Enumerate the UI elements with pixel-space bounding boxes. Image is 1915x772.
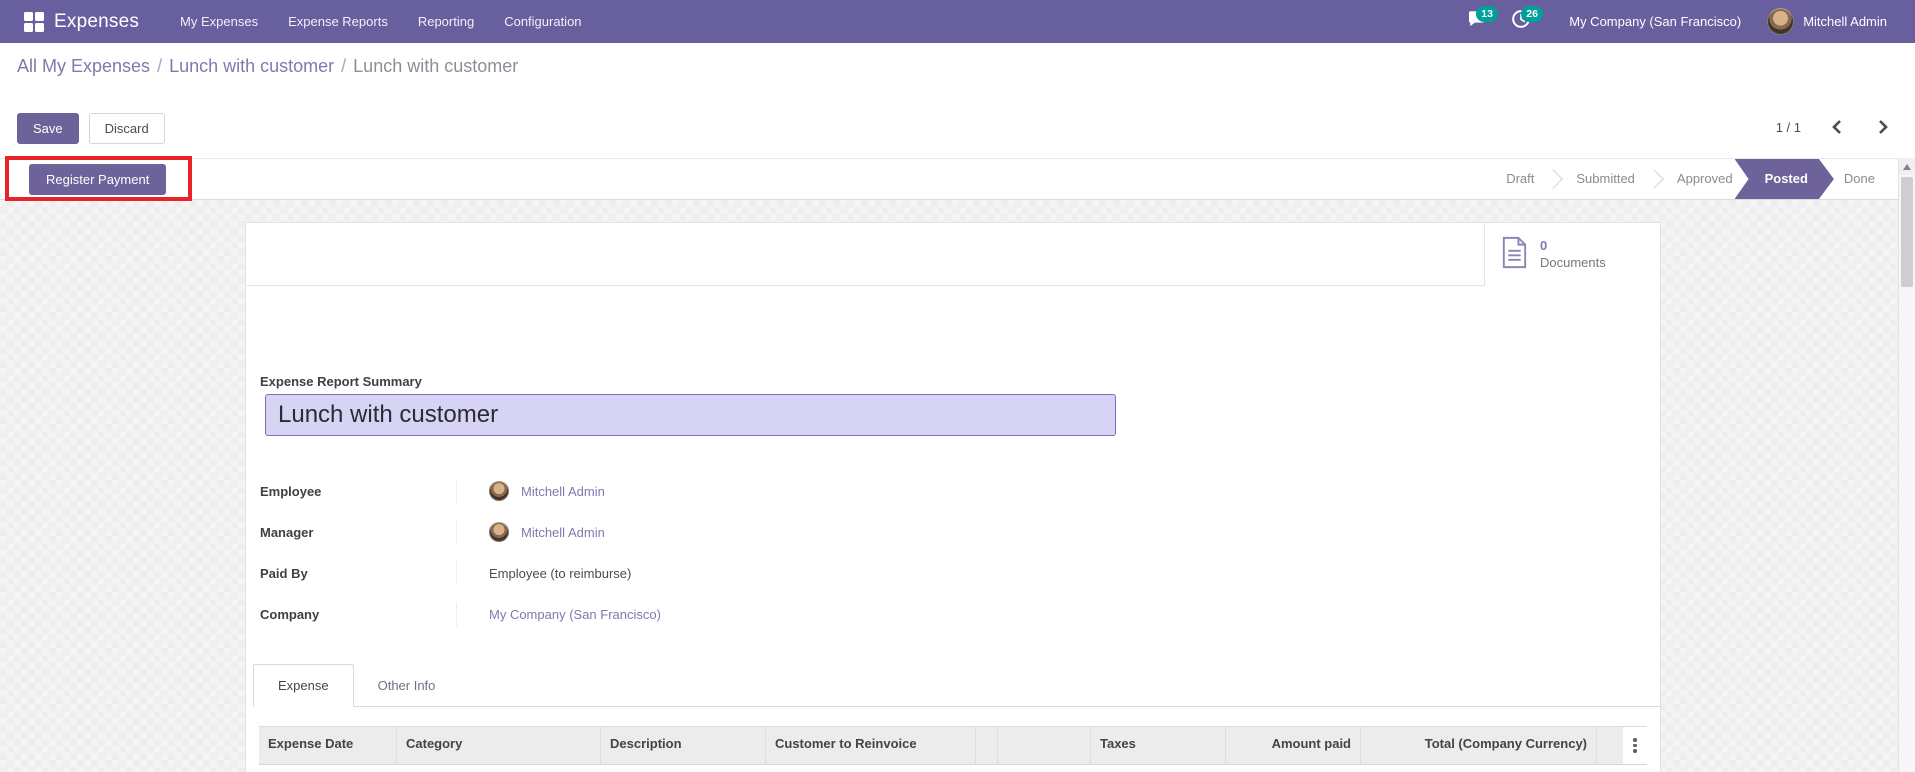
status-bar: Register Payment Draft Submitted Approve…: [0, 156, 1915, 201]
company-switcher[interactable]: My Company (San Francisco): [1543, 0, 1759, 43]
column-expense-date[interactable]: Expense Date: [259, 727, 397, 764]
user-menu[interactable]: Mitchell Admin: [1759, 0, 1903, 43]
documents-count: 0: [1540, 238, 1548, 254]
breadcrumb-all-my-expenses[interactable]: All My Expenses: [17, 56, 150, 76]
status-step-submitted[interactable]: Submitted: [1566, 159, 1645, 199]
nav-my-expenses[interactable]: My Expenses: [165, 0, 273, 43]
step-chevron-icon: [1645, 159, 1667, 199]
messages-count-badge: 13: [1476, 6, 1498, 22]
breadcrumb-separator: /: [157, 56, 163, 76]
column-description[interactable]: Description: [601, 727, 766, 764]
cell-taxes[interactable]: Tax 15.00%: [1091, 765, 1226, 772]
tab-other-info[interactable]: Other Info: [354, 665, 460, 706]
breadcrumb-current: Lunch with customer: [353, 56, 519, 76]
nav-expense-reports[interactable]: Expense Reports: [273, 0, 403, 43]
pager-previous-icon[interactable]: [1831, 119, 1842, 135]
document-icon: [1501, 236, 1528, 274]
nav-configuration[interactable]: Configuration: [489, 0, 596, 43]
messages-menu[interactable]: 13: [1454, 0, 1499, 43]
scrollbar-up-arrow[interactable]: [1899, 158, 1915, 175]
field-group: Employee Mitchell Admin Manager Mitchell…: [260, 479, 1020, 643]
status-step-done[interactable]: Done: [1834, 159, 1885, 199]
register-payment-button[interactable]: Register Payment: [29, 163, 167, 195]
column-customer-to-reinvoice[interactable]: Customer to Reinvoice: [766, 727, 976, 764]
activities-menu[interactable]: 26: [1499, 0, 1543, 43]
discard-button[interactable]: Discard: [88, 113, 165, 144]
expense-lines-table: Expense Date Category Description Custom…: [259, 726, 1647, 772]
summary-input[interactable]: [265, 394, 1116, 436]
field-row-manager: Manager Mitchell Admin: [260, 520, 1020, 544]
main-menu: My Expenses Expense Reports Reporting Co…: [165, 0, 596, 43]
systray: 13 26 My Company (San Francisco) Mitchel…: [1454, 0, 1903, 43]
user-avatar: [1767, 8, 1795, 35]
employee-value[interactable]: Mitchell Admin: [521, 484, 605, 499]
summary-field-label: Expense Report Summary: [260, 374, 422, 389]
activities-count-badge: 26: [1521, 6, 1543, 22]
manager-value[interactable]: Mitchell Admin: [521, 525, 605, 540]
table-header-row: Expense Date Category Description Custom…: [259, 726, 1647, 765]
pager: 1 / 1: [1776, 119, 1889, 135]
documents-button[interactable]: 0 Documents: [1484, 223, 1660, 286]
column-taxes[interactable]: Taxes: [1091, 727, 1226, 764]
scrollbar-thumb[interactable]: [1901, 177, 1913, 287]
breadcrumb-report-link[interactable]: Lunch with customer: [169, 56, 334, 76]
field-row-paid-by: Paid By Employee (to reimburse): [260, 561, 1020, 585]
manager-avatar: [489, 522, 509, 542]
content-area: 0 Documents Expense Report Summary Emplo…: [0, 200, 1915, 772]
expenses-app-screen: Expenses My Expenses Expense Reports Rep…: [0, 0, 1915, 772]
apps-menu-icon[interactable]: [24, 11, 44, 32]
expense-line-row[interactable]: 21/11/2021 [OTHER] Other expenses Lunch …: [259, 765, 1647, 772]
form-button-box: 0 Documents: [246, 223, 1660, 286]
cell-attachments: 0: [998, 767, 1091, 772]
optional-columns-toggle[interactable]: [1623, 727, 1647, 764]
control-panel-buttons: Save Discard: [17, 113, 165, 144]
paid-by-label: Paid By: [260, 565, 308, 581]
top-navbar: Expenses My Expenses Expense Reports Rep…: [0, 0, 1915, 43]
column-attachments: [998, 727, 1091, 764]
form-sheet: 0 Documents Expense Report Summary Emplo…: [245, 222, 1661, 772]
company-value[interactable]: My Company (San Francisco): [489, 607, 661, 622]
save-button[interactable]: Save: [17, 113, 79, 144]
cell-total-company-currency[interactable]: $ 0,00: [1361, 767, 1597, 772]
nav-reporting[interactable]: Reporting: [403, 0, 489, 43]
status-step-draft[interactable]: Draft: [1496, 159, 1544, 199]
user-name: Mitchell Admin: [1803, 14, 1887, 29]
breadcrumb: All My Expenses / Lunch with customer / Lunc…: [17, 56, 518, 77]
cell-expense-date[interactable]: 21/11/2021: [259, 767, 397, 772]
paid-by-value[interactable]: Employee (to reimburse): [489, 566, 631, 581]
app-title[interactable]: Expenses: [54, 11, 139, 33]
kebab-menu-icon: [1633, 736, 1637, 755]
cell-category[interactable]: [OTHER] Other expenses: [397, 767, 601, 772]
column-blank: [976, 727, 998, 764]
manager-label: Manager: [260, 524, 314, 540]
employee-avatar: [489, 481, 509, 501]
pager-value: 1 / 1: [1775, 119, 1801, 135]
column-total-company-currency[interactable]: Total (Company Currency): [1361, 727, 1597, 764]
status-step-approved[interactable]: Approved: [1667, 159, 1743, 199]
status-steps: Draft Submitted Approved Posted Done: [1496, 159, 1885, 199]
cell-amount-paid[interactable]: $ 0,00: [1226, 767, 1361, 772]
notebook-tabs: Expense Other Info: [253, 664, 1660, 707]
cell-description[interactable]: Lunch with customer: [601, 767, 766, 772]
column-amount-paid[interactable]: Amount paid: [1226, 727, 1361, 764]
field-row-employee: Employee Mitchell Admin: [260, 479, 1020, 503]
column-category[interactable]: Category: [397, 727, 601, 764]
breadcrumb-separator: /: [341, 56, 347, 76]
documents-label: Documents: [1540, 254, 1606, 270]
delete-row-icon[interactable]: [1597, 767, 1623, 772]
step-chevron-icon: [1544, 159, 1566, 199]
control-panel: All My Expenses / Lunch with customer / Lunc…: [0, 43, 1915, 158]
employee-label: Employee: [260, 483, 322, 499]
tab-expense[interactable]: Expense: [253, 664, 354, 707]
pager-next-icon[interactable]: [1878, 119, 1889, 135]
vertical-scrollbar[interactable]: [1898, 158, 1915, 772]
field-row-company: Company My Company (San Francisco): [260, 602, 1020, 626]
column-delete: [1597, 727, 1623, 764]
status-step-posted[interactable]: Posted: [1735, 159, 1834, 199]
company-label: Company: [260, 606, 320, 622]
